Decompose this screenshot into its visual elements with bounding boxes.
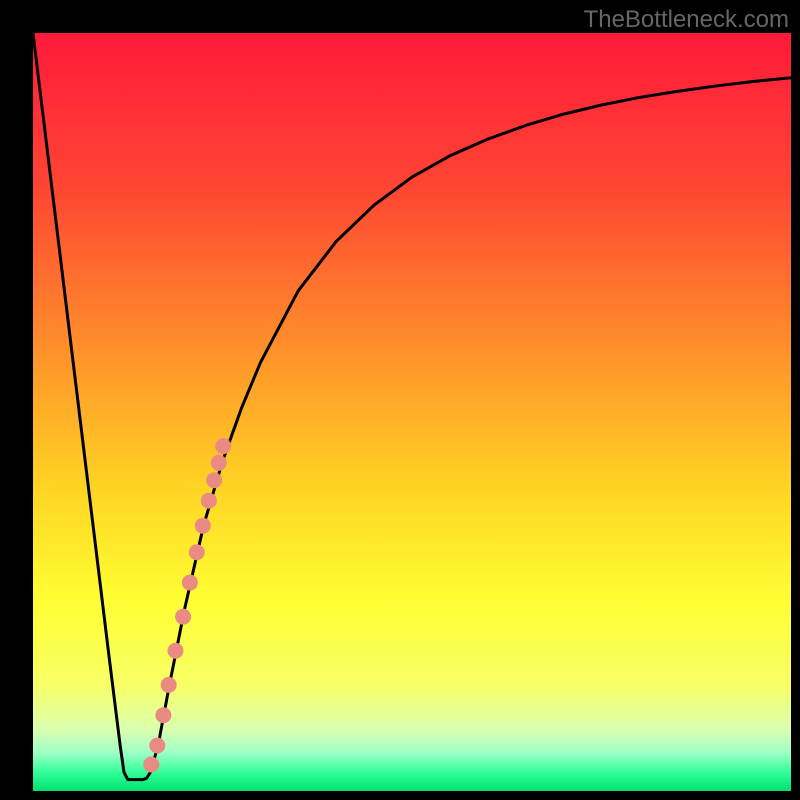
highlight-point [155, 707, 171, 723]
highlight-point [201, 493, 217, 509]
highlight-point [195, 518, 211, 534]
highlight-point [168, 643, 184, 659]
chart-overlay [0, 0, 800, 800]
highlight-point [189, 544, 205, 560]
highlight-point [215, 438, 231, 454]
watermark-text: TheBottleneck.com [584, 6, 789, 34]
chart-root: TheBottleneck.com [0, 0, 800, 800]
bottleneck-curve [33, 33, 791, 780]
highlight-point [149, 738, 165, 754]
highlight-point [206, 472, 222, 488]
highlight-point [175, 609, 191, 625]
highlight-point [161, 677, 177, 693]
highlight-point [143, 756, 159, 772]
highlight-point [211, 455, 227, 471]
highlight-point [182, 575, 198, 591]
